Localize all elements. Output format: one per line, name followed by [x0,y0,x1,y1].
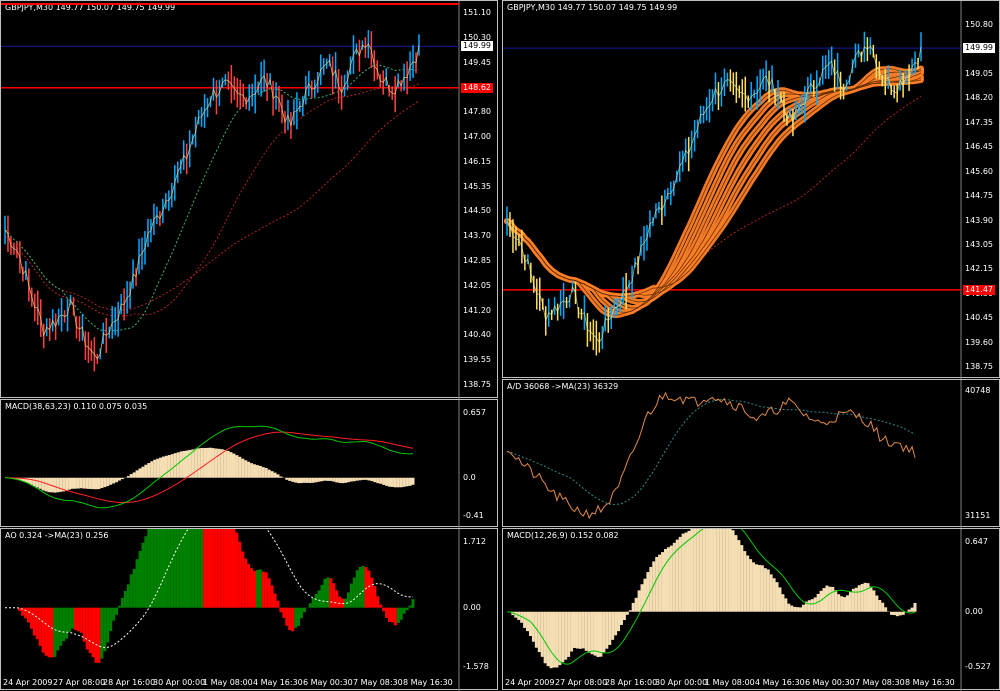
left-x-label: 24 Apr 2009 [3,678,53,687]
left-ao-panel[interactable]: AO 0.324 ->MA(23) 0.256 1.712 0.00 -1.578 2… [0,528,498,691]
left-price-axis-label: 142.05 [463,280,491,290]
left-x-label: 4 May 16:30 [253,678,303,687]
left-ao-axis-label: 0.00 [463,602,481,612]
left-main-plot [1,1,460,399]
right-ad-axis-label: 40748 [965,386,991,395]
right-x-label: 27 Apr 08:00 [555,678,608,687]
left-ao-axis-label: 1.712 [463,537,486,546]
left-price-axis-label: 138.75 [463,380,491,389]
left-price-axis-label: 149.45 [463,57,491,67]
left-price-axis-label: 142.85 [463,256,491,265]
mt4-terminal: GBPJPY,M30 149.77 150.07 149.75 149.99 1… [0,0,1000,691]
right-price-axis-label: 146.45 [965,142,993,152]
right-price-axis-label: 143.90 [965,215,993,225]
right-price-axis-label: 143.05 [965,239,993,249]
right-x-label: 24 Apr 2009 [505,678,555,687]
left-price-axis-label: 147.00 [463,132,491,141]
left-price-axis-label: 151.10 [463,8,491,17]
right-x-label: 28 Apr 16:00 [605,678,658,687]
right-main-chart[interactable]: GBPJPY,M30 149.77 150.07 149.75 149.99 1… [502,0,1000,379]
right-price-axis-label: 144.75 [965,191,993,201]
right-price-axis-label: 150.80 [965,20,993,30]
left-x-label: 8 May 16:30 [403,678,453,687]
right-macd-axis-label: 0.647 [965,537,988,546]
left-slow-ma-line [4,100,420,311]
right-x-label: 1 May 08:00 [705,678,755,687]
left-x-label: 28 Apr 16:00 [103,678,156,687]
left-macd-panel[interactable]: MACD(38,63,23) 0.110 0.075 0.035 0.657 0.… [0,399,498,528]
right-ad-ma-line [506,398,916,506]
right-price-axis-label: 139.60 [965,337,993,347]
right-ad-panel[interactable]: A/D 36068 ->MA(23) 36329 40748 31151 [502,379,1000,528]
right-x-label: 8 May 16:30 [905,678,955,687]
left-price-axis-label: 139.55 [463,355,491,365]
left-x-label: 7 May 08:30 [353,678,403,687]
right-x-label: 7 May 08:30 [855,678,905,687]
left-fast-ma-line [4,64,420,332]
right-price-axis-label: 140.45 [965,313,993,323]
left-macd-axis-label: -0.41 [463,511,484,520]
right-price-axis-label: 145.60 [965,166,993,176]
right-x-label: 6 May 00:30 [805,678,855,687]
left-ao-axis-label: -1.578 [463,662,489,671]
right-x-label: 4 May 16:30 [755,678,805,687]
right-ad-axis-label: 31151 [965,511,991,520]
right-macd-axis-label: -0.527 [965,662,991,671]
right-orange-ma-band [504,67,924,316]
left-x-label: 30 Apr 00:00 [153,678,206,687]
left-red-line-tag: 148.62 [461,82,493,93]
right-main-plot [503,1,962,379]
right-price-axis-label: 142.15 [965,264,993,274]
left-price-axis-label: 147.80 [463,107,491,117]
right-slow-ma-line [506,95,922,295]
right-price-axis-label: 138.75 [965,362,993,371]
left-x-label: 6 May 00:30 [303,678,353,687]
right-x-label: 30 Apr 00:00 [655,678,708,687]
left-macd-axis-label: 0.657 [463,408,486,417]
left-price-axis-label: 144.50 [463,206,491,216]
right-current-price-tag: 149.99 [963,43,995,54]
left-main-chart[interactable]: GBPJPY,M30 149.77 150.07 149.75 149.99 1… [0,0,498,399]
right-ad-line [506,391,916,520]
right-price-axis-label: 147.35 [965,117,993,127]
left-current-price-tag: 149.99 [461,41,493,52]
right-ad-plot [506,380,962,528]
right-price-axis-label: 149.05 [965,69,993,78]
left-price-axis-label: 145.35 [463,181,491,191]
right-price-axis-label: 148.20 [965,93,993,103]
left-price-axis-label: 140.40 [463,330,491,340]
left-x-label: 27 Apr 08:00 [53,678,106,687]
right-macd-plot [506,529,962,691]
left-macd-plot [4,400,460,528]
left-mid-ma-line [4,82,420,317]
left-price-axis-label: 146.15 [463,156,491,166]
left-price-axis-label: 141.20 [463,305,491,315]
left-macd-axis-label: 0.0 [463,472,476,482]
right-macd-axis-label: 0.00 [965,606,983,616]
left-x-label: 1 May 08:00 [203,678,253,687]
left-price-axis-label: 143.70 [463,231,491,241]
right-red-line-tag: 141.47 [963,284,995,295]
left-ao-plot [5,529,460,691]
right-macd-panel[interactable]: MACD(12,26,9) 0.152 0.082 0.647 0.00 -0.52… [502,528,1000,691]
